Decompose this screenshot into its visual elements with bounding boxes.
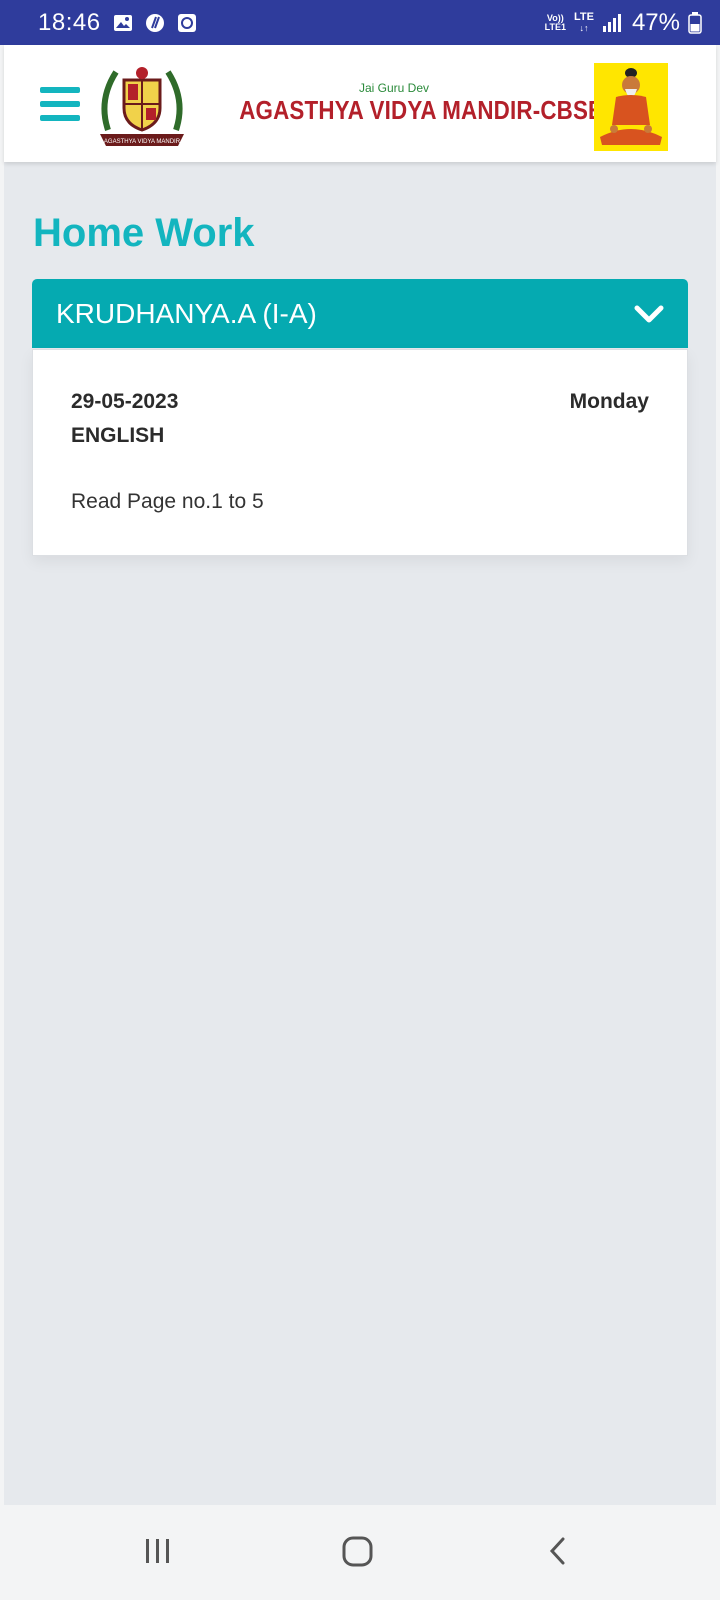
- homework-day: Monday: [569, 390, 649, 413]
- homework-card: 29-05-2023 Monday ENGLISH Read Page no.1…: [32, 349, 688, 556]
- clock-notification-icon: [177, 13, 196, 32]
- svg-text:AGASTHYA VIDYA MANDIR: AGASTHYA VIDYA MANDIR: [104, 139, 181, 145]
- app-notification-icon: [145, 13, 164, 32]
- signal-icon: [602, 13, 621, 32]
- battery-percent: 47%: [631, 8, 680, 36]
- chevron-down-icon: [634, 305, 664, 322]
- student-selector-dropdown[interactable]: KRUDHANYA.A (I-A): [32, 279, 688, 348]
- brand-subtitle: Jai Guru Dev: [358, 81, 430, 95]
- lte-indicator: LTE ↓↑: [573, 10, 594, 33]
- school-brand: Jai Guru Dev AGASTHYA VIDYA MANDIR-CBSE: [214, 81, 604, 126]
- volte-indicator: Vo)) LTE1: [544, 12, 566, 32]
- app-header: AGASTHYA VIDYA MANDIR Jai Guru Dev AGAST…: [4, 45, 716, 162]
- system-navigation-bar: [0, 1505, 720, 1600]
- menu-button[interactable]: [40, 87, 80, 121]
- page-title: Home Work: [33, 211, 255, 255]
- gallery-icon: [113, 14, 132, 31]
- homework-description: Read Page no.1 to 5: [71, 490, 264, 513]
- back-icon[interactable]: [545, 1533, 571, 1569]
- status-time: 18:46: [38, 8, 101, 36]
- recent-apps-icon[interactable]: [143, 1533, 173, 1569]
- saint-image: [594, 63, 668, 151]
- homework-date: 29-05-2023: [71, 390, 179, 413]
- school-crest-logo: AGASTHYA VIDYA MANDIR: [100, 67, 184, 146]
- homework-subject: ENGLISH: [71, 424, 165, 447]
- status-bar: 18:46 Vo)) LTE1 LTE ↓↑ 47%: [0, 0, 720, 45]
- brand-title: AGASTHYA VIDYA MANDIR-CBSE: [239, 95, 604, 125]
- student-name: KRUDHANYA.A (I-A): [56, 297, 317, 329]
- home-icon[interactable]: [340, 1533, 376, 1569]
- battery-icon: [688, 11, 702, 34]
- hamburger-icon: [40, 87, 80, 93]
- app-content: AGASTHYA VIDYA MANDIR Jai Guru Dev AGAST…: [4, 45, 716, 1505]
